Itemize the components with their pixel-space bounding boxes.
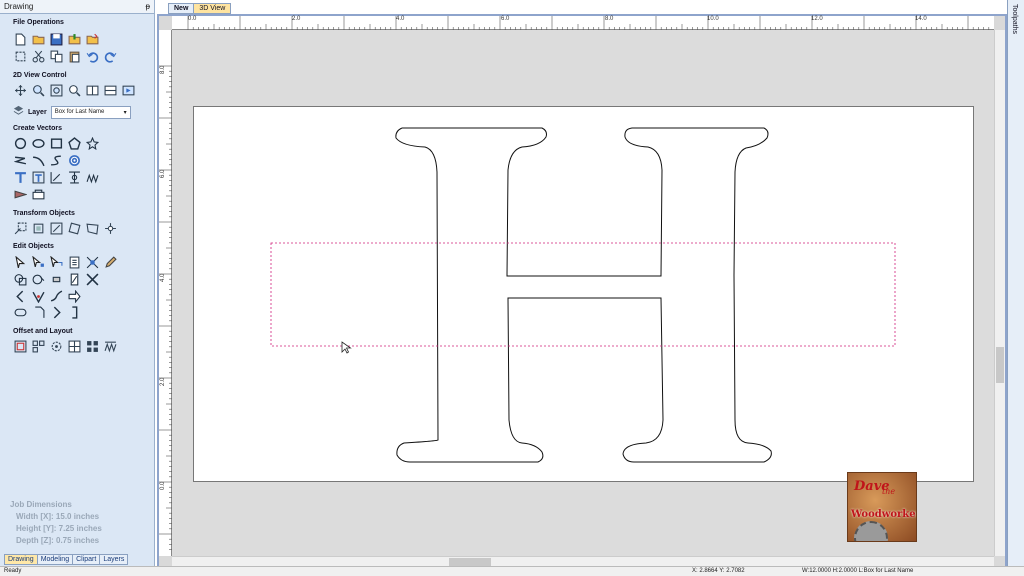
horizontal-scrollbar-thumb[interactable] [449,558,491,566]
ruler-top-label: 12.0 [811,16,823,22]
horizontal-scrollbar[interactable] [172,556,994,566]
dave-the-woodworker-logo: Dave the Woodworker [847,472,917,542]
selection-box[interactable] [270,242,896,347]
cursor-icon [341,341,352,354]
saw-blade-icon [854,521,888,541]
status-bar: Ready X: 2.8664 Y: 2.7082 W:12.0000 H:2.… [0,566,1024,576]
logo-line-2: the [882,487,896,496]
ruler-top-label: 8.0 [605,16,614,22]
ruler-top-label: 4.0 [396,16,405,22]
ruler-top-label: 10.0 [707,16,719,22]
cursor-coordinates: X: 2.8664 Y: 2.7082 [692,568,745,574]
ruler-left-label: 0.0 [160,481,166,490]
letter-h-upper-vector[interactable] [402,127,769,277]
toolpaths-label: Toolpaths [1011,4,1018,34]
ruler-left-label: 8.0 [160,65,166,74]
ruler-left-label: 2.0 [160,377,166,386]
ruler-left: 8.0 6.0 4.0 2.0 0.0 [159,30,172,556]
ruler-top: 0.0 2.0 4.0 6.0 8.0 10.0 12.0 14.0 [172,16,994,30]
logo-line-3: Woodworker [851,509,917,520]
letter-h-left-stem-vector[interactable] [395,127,772,463]
ruler-top-label: 0.0 [188,16,197,22]
ruler-top-label: 6.0 [501,16,510,22]
selection-dimensions: W:12.0000 H:2.0000 L:Box for Last Name [802,568,914,574]
ruler-left-ticks [159,65,172,550]
status-ready: Ready [4,568,22,574]
ruler-top-label: 2.0 [292,16,301,22]
ruler-left-label: 6.0 [160,169,166,178]
ruler-top-label: 14.0 [915,16,927,22]
ruler-left-label: 4.0 [160,273,166,282]
toolpaths-panel-tab[interactable]: Toolpaths [1007,0,1024,566]
vertical-scrollbar[interactable] [994,30,1005,556]
vertical-scrollbar-thumb[interactable] [996,347,1004,383]
